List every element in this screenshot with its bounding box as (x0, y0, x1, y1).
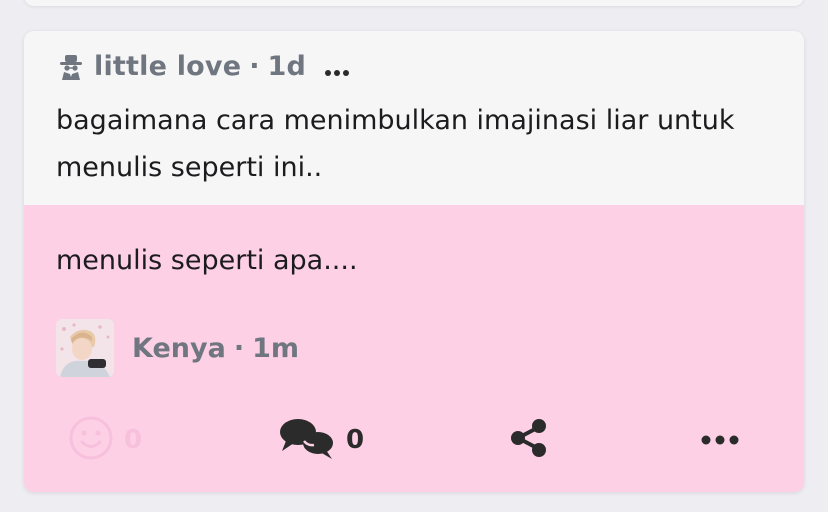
smiley-icon (68, 415, 114, 465)
question-header: little love · 1d (56, 49, 350, 83)
meta-separator: · (249, 50, 260, 82)
more-button[interactable] (700, 415, 740, 465)
question-author[interactable]: little love (94, 51, 241, 82)
avatar[interactable] (56, 319, 114, 377)
previous-card (24, 0, 804, 6)
answer-time: 1m (252, 332, 299, 364)
question-more-icon[interactable] (324, 62, 350, 76)
action-bar: 0 0 (24, 415, 804, 465)
qa-card: little love · 1d bagaimana cara menimbul… (24, 31, 804, 492)
share-icon (508, 417, 550, 463)
comment-button[interactable]: 0 (278, 415, 364, 465)
like-button[interactable]: 0 (68, 415, 142, 465)
like-count: 0 (124, 425, 143, 455)
meta-separator: · (233, 332, 245, 364)
answer-section: menulis seperti apa.... Kenya · 1m 0 0 (24, 205, 804, 492)
answer-text: menulis seperti apa.... (56, 245, 358, 276)
chat-bubbles-icon (278, 415, 336, 465)
answer-author-row: Kenya · 1m (56, 317, 299, 379)
share-button[interactable] (508, 415, 550, 465)
question-section: little love · 1d bagaimana cara menimbul… (24, 31, 804, 205)
question-text: bagaimana cara menimbulkan imajinasi lia… (56, 105, 735, 183)
comment-count: 0 (346, 425, 365, 455)
question-time: 1d (267, 50, 306, 82)
spy-icon (56, 51, 86, 81)
more-dots-icon (700, 431, 740, 450)
answer-author[interactable]: Kenya (132, 333, 226, 364)
